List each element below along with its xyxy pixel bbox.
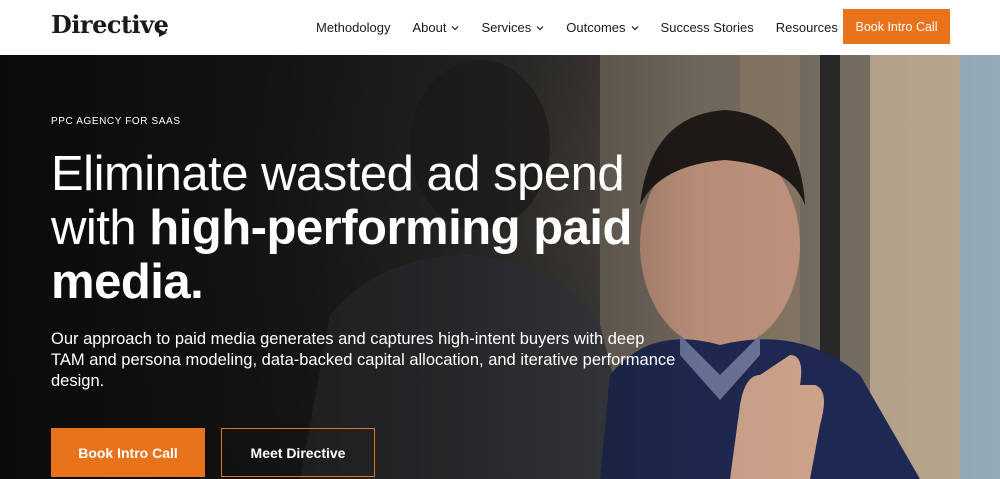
nav-item-services[interactable]: Services	[481, 20, 544, 35]
meet-directive-button[interactable]: Meet Directive	[221, 428, 375, 477]
chevron-down-icon	[536, 25, 544, 30]
book-intro-call-button[interactable]: Book Intro Call	[51, 428, 205, 477]
nav-label: Services	[481, 20, 532, 35]
logo[interactable]: Directive	[51, 10, 169, 39]
chevron-down-icon	[452, 25, 459, 30]
book-intro-call-header-button[interactable]: Book Intro Call	[843, 9, 950, 44]
nav-label: Success Stories	[660, 20, 754, 35]
nav-label: About	[412, 20, 447, 35]
hero-eyebrow: PPC AGENCY FOR SAAS	[51, 116, 181, 127]
nav-label: Resources	[775, 20, 838, 35]
nav-item-methodology[interactable]: Methodology	[316, 20, 390, 35]
chevron-down-icon	[631, 25, 638, 30]
nav-item-about[interactable]: About	[412, 20, 459, 35]
hero-subcopy: Our approach to paid media generates and…	[51, 330, 676, 390]
site-header: Directive Methodology About Services Out…	[0, 0, 1000, 55]
nav-item-resources[interactable]: Resources	[776, 20, 851, 35]
nav-label: Methodology	[316, 20, 391, 35]
hero-section: PPC AGENCY FOR SAAS Eliminate wasted ad …	[0, 55, 1000, 479]
hero-headline: Eliminate wasted ad spend with high-perf…	[51, 147, 691, 309]
nav-item-outcomes[interactable]: Outcomes	[566, 20, 638, 35]
logo-arrow-icon	[159, 29, 167, 37]
nav-item-success-stories[interactable]: Success Stories	[661, 20, 754, 35]
nav-label: Outcomes	[566, 20, 626, 35]
main-nav: Methodology About Services Outcomes Succ…	[316, 0, 851, 55]
